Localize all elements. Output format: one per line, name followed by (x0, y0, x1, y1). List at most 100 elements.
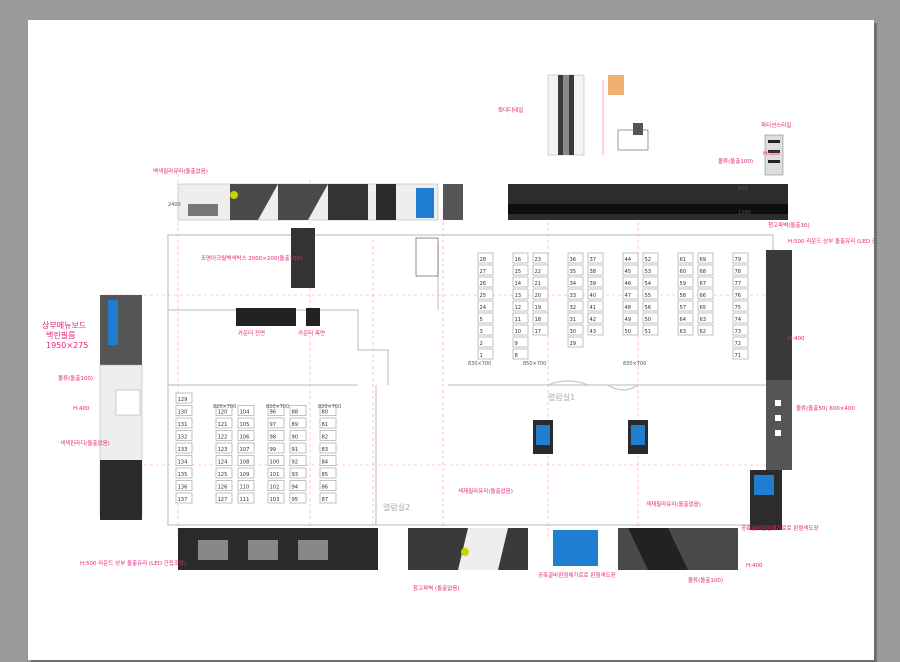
seat-number: 127 (218, 497, 228, 503)
seat-number: 20 (535, 293, 542, 299)
seat-number: 41 (590, 305, 597, 311)
seat-number: 44 (625, 257, 632, 263)
dim-cell-820-a: 820×700 (213, 404, 236, 410)
seat-number: 80 (322, 410, 329, 416)
label-top-menu-sub: 백린필름 (46, 330, 75, 340)
seat-number: 137 (178, 497, 188, 503)
seat-number: 65 (700, 305, 707, 311)
label-wall-art: 청고파벽(돌출30) (768, 221, 810, 229)
seat-number: 38 (590, 269, 597, 275)
label-mirror-bottom-2: 색재필라유리(돌출없음) (646, 500, 701, 508)
bottom-elevation (178, 528, 738, 570)
seat-number: 107 (240, 447, 250, 453)
label-metal-box: 조명아크릴백색박스 2000×200(돌출100) (201, 254, 302, 262)
seat-number: 79 (735, 257, 742, 263)
seat-number: 123 (218, 447, 228, 453)
seat-number: 19 (535, 305, 542, 311)
seat-number: 95 (292, 497, 299, 503)
seat-number: 81 (322, 422, 329, 428)
seat-number: 17 (535, 329, 542, 335)
seat-number: 125 (218, 472, 228, 478)
seat-number: 23 (535, 257, 542, 263)
seat-number: 75 (735, 305, 742, 311)
seat-number: 92 (292, 460, 299, 466)
seat-number: 109 (240, 472, 250, 478)
label-top-menu-board: 상부메뉴보드 (42, 320, 86, 330)
seat-number: 2 (480, 341, 483, 347)
seat-number: 52 (645, 257, 652, 263)
seat-number: 24 (480, 305, 487, 311)
seat-number: 66 (700, 293, 707, 299)
seat-number: 63 (700, 317, 707, 323)
seat-number: 47 (625, 293, 632, 299)
dim-800: 800 (738, 186, 748, 192)
label-counter-front: 카운터 전면 (238, 329, 265, 337)
seat-number: 49 (625, 317, 632, 323)
seat-number: 5 (480, 317, 483, 323)
seat-number: 97 (270, 422, 277, 428)
label-signage-top: 몰류(돌출100) (718, 157, 753, 165)
seat-number: 129 (178, 397, 188, 403)
dim-cell-850: 850×700 (523, 361, 546, 367)
seat-number: 108 (240, 460, 250, 466)
label-molding-side: 몰류(돌출50) 600×400 (796, 404, 855, 412)
seat-number: 45 (625, 269, 632, 275)
dim-cell-830-b: 830×700 (623, 361, 646, 367)
seat-number: 30 (570, 329, 577, 335)
seat-number: 15 (515, 269, 522, 275)
label-molding-100-left: 몰류(돌출100) (58, 374, 93, 382)
seat-number: 85 (322, 472, 329, 478)
seat-number: 8 (515, 353, 518, 359)
label-led-note-bottom: H:500 라운드 상부 돌출유리 (LED 간접조명) (80, 559, 186, 567)
right-elevation (750, 250, 792, 530)
seat-number: 133 (178, 447, 188, 453)
seat-number: 105 (240, 422, 250, 428)
seat-number: 40 (590, 293, 597, 299)
seat-number: 14 (515, 281, 522, 287)
seat-number: 62 (700, 329, 707, 335)
seat-number: 106 (240, 435, 250, 441)
seat-number: 53 (645, 269, 652, 275)
seat-number: 22 (535, 269, 542, 275)
seat-number: 3 (480, 329, 483, 335)
seat-number: 103 (270, 497, 280, 503)
seat-number: 28 (480, 257, 487, 263)
seat-number: 32 (570, 305, 577, 311)
seat-number: 87 (322, 497, 329, 503)
seat-number: 59 (680, 281, 687, 287)
seat-number: 74 (735, 317, 742, 323)
seat-number: 21 (535, 281, 542, 287)
seat-number: 77 (735, 281, 742, 287)
upper-seat-grid: 28 16 23 36 37 44 52 61 69 7927 15 22 35 38 45 53 60 68 78… (477, 252, 749, 360)
seat-number: 57 (680, 305, 687, 311)
seat-number: 132 (178, 435, 188, 441)
seat-number: 88 (292, 410, 299, 416)
label-led-note: H:500 라운드 상부 돌출유리 (LED 간접조명) (788, 237, 874, 245)
seat-number: 89 (292, 422, 299, 428)
seat-number: 82 (322, 435, 329, 441)
seat-number: 67 (700, 281, 707, 287)
seat-number: 31 (570, 317, 577, 323)
seat-number: 102 (270, 485, 280, 491)
label-h400-bottom: H:400 (746, 563, 763, 569)
drawing-sheet: 28 16 23 36 37 44 52 61 69 79 27 15 22 35 38 45 53 60 68 78… (28, 20, 874, 660)
seat-number: 98 (270, 435, 277, 441)
seat-number: 50 (625, 329, 632, 335)
dim-cell-820-c: 820×700 (318, 404, 341, 410)
dim-cell-830-a: 830×700 (468, 361, 491, 367)
seat-number: 100 (270, 460, 280, 466)
seat-number: 9 (515, 341, 518, 347)
seat-number: 43 (590, 329, 597, 335)
seat-number: 101 (270, 472, 280, 478)
seat-number: 13 (515, 293, 522, 299)
seat-number: 90 (292, 435, 299, 441)
seat-number: 94 (292, 485, 299, 491)
seat-number: 51 (645, 329, 652, 335)
seat-number: 93 (292, 472, 299, 478)
seat-number: 56 (645, 305, 652, 311)
seat-number: 71 (735, 353, 742, 359)
lower-seat-grid: 129 130 120 104 96 88 80 131 121 105 97 89 81 132 122 1… (175, 392, 337, 504)
seat-number: 99 (270, 447, 277, 453)
seat-number: 131 (178, 422, 188, 428)
label-acrylic-top: 백색필라유리(돌출없음) (153, 167, 208, 175)
